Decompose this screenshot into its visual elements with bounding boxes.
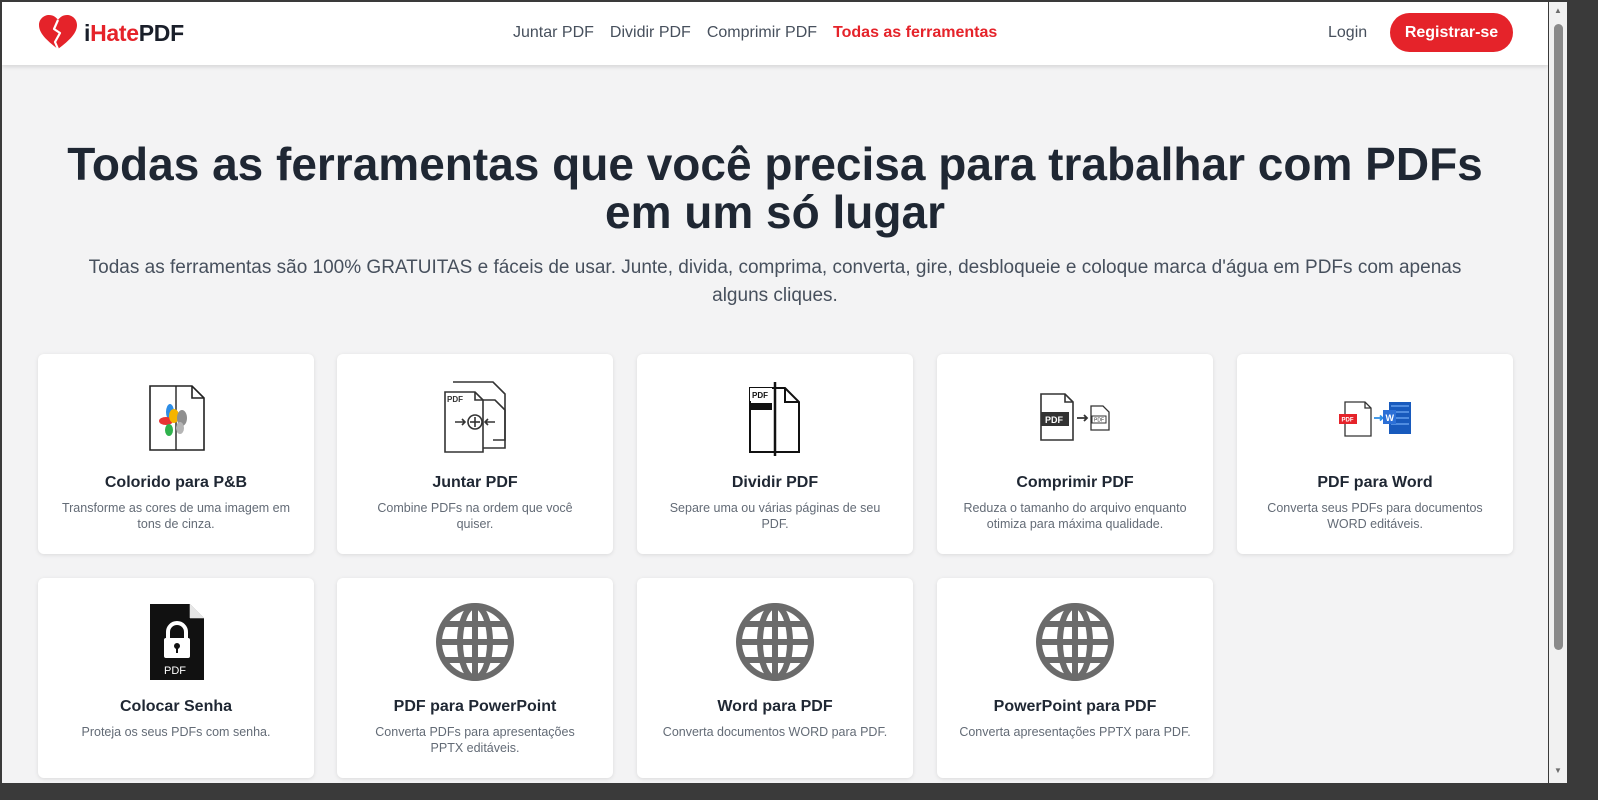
- lock-pdf-icon: PDF: [150, 604, 204, 680]
- tool-desc: Converta documentos WORD para PDF.: [662, 725, 888, 739]
- tool-card-word-para-pdf[interactable]: Word para PDF Converta documentos WORD p…: [637, 578, 913, 778]
- tool-card-colorido-pb[interactable]: Colorido para P&B Transforme as cores de…: [38, 354, 314, 554]
- globe-icon: [436, 603, 514, 681]
- globe-icon: [736, 603, 814, 681]
- pdf-small-label: PDF: [1094, 418, 1104, 424]
- globe-icon: [1036, 603, 1114, 681]
- pdf-label: PDF: [447, 395, 463, 404]
- tool-title: Juntar PDF: [432, 474, 518, 491]
- tool-title: Dividir PDF: [731, 474, 819, 491]
- tool-card-pdf-para-word[interactable]: PDF W PDF para Word Converta seus PDFs p…: [1237, 354, 1513, 554]
- vertical-scrollbar[interactable]: ▲ ▼: [1549, 2, 1567, 783]
- nav-todas-ferramentas[interactable]: Todas as ferramentas: [833, 24, 997, 42]
- tool-title: PowerPoint para PDF: [993, 698, 1157, 715]
- pdf-label: PDF: [1342, 418, 1354, 424]
- tool-title: PDF para PowerPoint: [393, 698, 557, 715]
- tool-title: Comprimir PDF: [1016, 474, 1134, 491]
- nav-dividir-pdf[interactable]: Dividir PDF: [610, 24, 691, 42]
- page-subtitle: Todas as ferramentas são 100% GRATUITAS …: [88, 257, 1462, 306]
- scrollbar-thumb[interactable]: [1554, 24, 1563, 650]
- compress-pdf-icon: PDF PDF: [1040, 393, 1110, 441]
- main-nav: Juntar PDF Dividir PDF Comprimir PDF Tod…: [513, 24, 997, 42]
- tool-title: PDF para Word: [1317, 474, 1433, 491]
- logo-hate: Hate: [90, 19, 139, 46]
- tool-title: Colorido para P&B: [104, 474, 248, 491]
- nav-juntar-pdf[interactable]: Juntar PDF: [513, 24, 594, 42]
- word-label: W: [1386, 413, 1395, 423]
- merge-pdf-icon: PDF: [444, 381, 506, 453]
- tool-desc: Separe uma ou várias páginas de seu PDF.: [669, 501, 881, 531]
- scroll-up-arrow-icon[interactable]: ▲: [1553, 6, 1563, 16]
- tool-desc: Proteja os seus PDFs com senha.: [81, 725, 271, 739]
- scroll-down-arrow-icon[interactable]: ▼: [1553, 766, 1563, 776]
- logo-text: iHatePDF: [84, 20, 184, 47]
- pdf-label: PDF: [164, 665, 186, 677]
- tool-card-juntar-pdf[interactable]: PDF Juntar PDF Combine PDFs na ordem que…: [337, 354, 613, 554]
- grayscale-icon: [149, 385, 205, 451]
- pdf-label: PDF: [752, 391, 768, 400]
- tool-desc: Converta apresentações PPTX para PDF.: [959, 725, 1191, 739]
- tool-card-comprimir-pdf[interactable]: PDF PDF Comprimir PDF Reduza o tamanho d…: [937, 354, 1213, 554]
- tool-desc: Transforme as cores de uma imagem em ton…: [61, 501, 291, 531]
- tool-card-colocar-senha[interactable]: PDF Colocar Senha Proteja os seus PDFs c…: [38, 578, 314, 778]
- top-navbar: iHatePDF Juntar PDF Dividir PDF Comprimi…: [2, 2, 1548, 65]
- tool-desc: Reduza o tamanho do arquivo enquanto oti…: [963, 501, 1187, 531]
- nav-comprimir-pdf[interactable]: Comprimir PDF: [707, 24, 817, 42]
- pdf-to-word-icon: PDF W: [1339, 401, 1411, 437]
- login-link[interactable]: Login: [1328, 24, 1367, 42]
- tool-desc: Combine PDFs na ordem que você quiser.: [377, 501, 573, 531]
- split-pdf-icon: PDF: [749, 382, 800, 456]
- register-button[interactable]: Registrar-se: [1390, 13, 1513, 52]
- tool-card-powerpoint-para-pdf[interactable]: PowerPoint para PDF Converta apresentaçõ…: [937, 578, 1213, 778]
- logo-suffix: PDF: [138, 19, 184, 46]
- tool-desc: Converta seus PDFs para documentos WORD …: [1267, 501, 1483, 531]
- tool-title: Word para PDF: [717, 698, 833, 715]
- tool-desc: Converta PDFs para apresentações PPTX ed…: [375, 725, 575, 755]
- tool-title: Colocar Senha: [119, 698, 233, 715]
- broken-heart-icon: [39, 15, 77, 50]
- pdf-label: PDF: [1045, 415, 1064, 425]
- site-logo[interactable]: iHatePDF: [38, 14, 184, 52]
- tool-card-dividir-pdf[interactable]: PDF Dividir PDF Separe uma ou várias pág…: [637, 354, 913, 554]
- page-viewport: iHatePDF Juntar PDF Dividir PDF Comprimi…: [2, 2, 1548, 783]
- page-title: Todas as ferramentas que você precisa pa…: [67, 138, 1483, 238]
- tool-card-pdf-para-powerpoint[interactable]: PDF para PowerPoint Converta PDFs para a…: [337, 578, 613, 778]
